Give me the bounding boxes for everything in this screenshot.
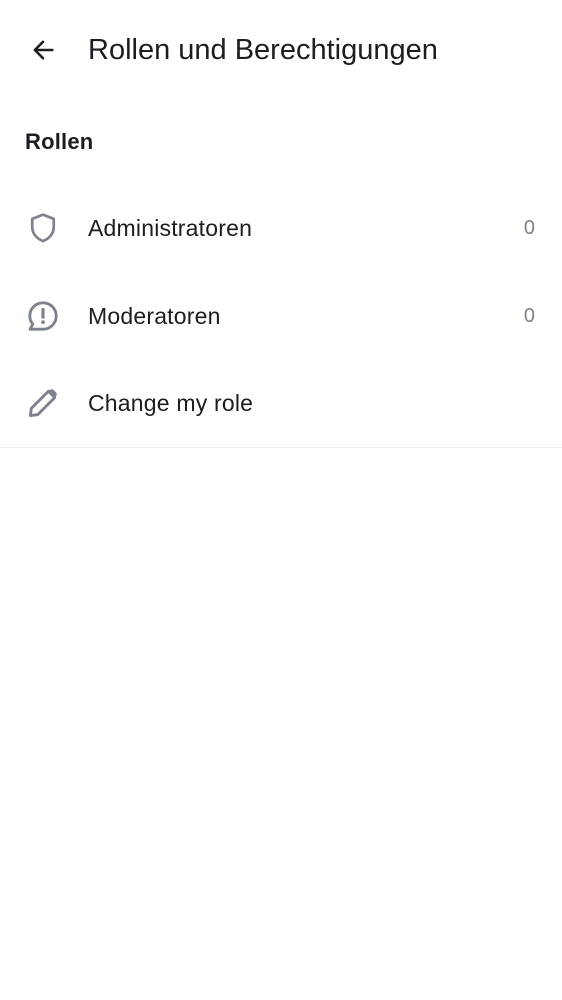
divider (0, 447, 562, 448)
role-row-moderators[interactable]: Moderatoren 0 (0, 272, 562, 360)
change-my-role-label: Change my role (88, 390, 254, 416)
roles-list: Administratoren 0 Moderatoren 0 Change m… (0, 184, 562, 447)
section-heading-roles: Rollen (25, 129, 94, 154)
role-label-administrators: Administratoren (88, 215, 253, 241)
role-count-moderators: 0 (523, 304, 535, 327)
pencil-icon (24, 385, 62, 421)
arrow-left-icon (33, 40, 54, 60)
shield-icon (24, 210, 62, 246)
speech-bubble-alert-icon (24, 298, 62, 334)
role-label-moderators: Moderatoren (88, 302, 221, 329)
roles-permissions-screen: Rollen und Berechtigungen Rollen Adminis… (0, 0, 562, 1000)
role-row-administrators[interactable]: Administratoren 0 (0, 184, 562, 272)
page-title: Rollen und Berechtigungen (88, 34, 438, 66)
role-count-administrators: 0 (523, 217, 535, 239)
change-my-role-row[interactable]: Change my role (0, 359, 562, 447)
top-app-bar: Rollen und Berechtigungen (0, 0, 562, 100)
back-button[interactable] (18, 26, 68, 74)
